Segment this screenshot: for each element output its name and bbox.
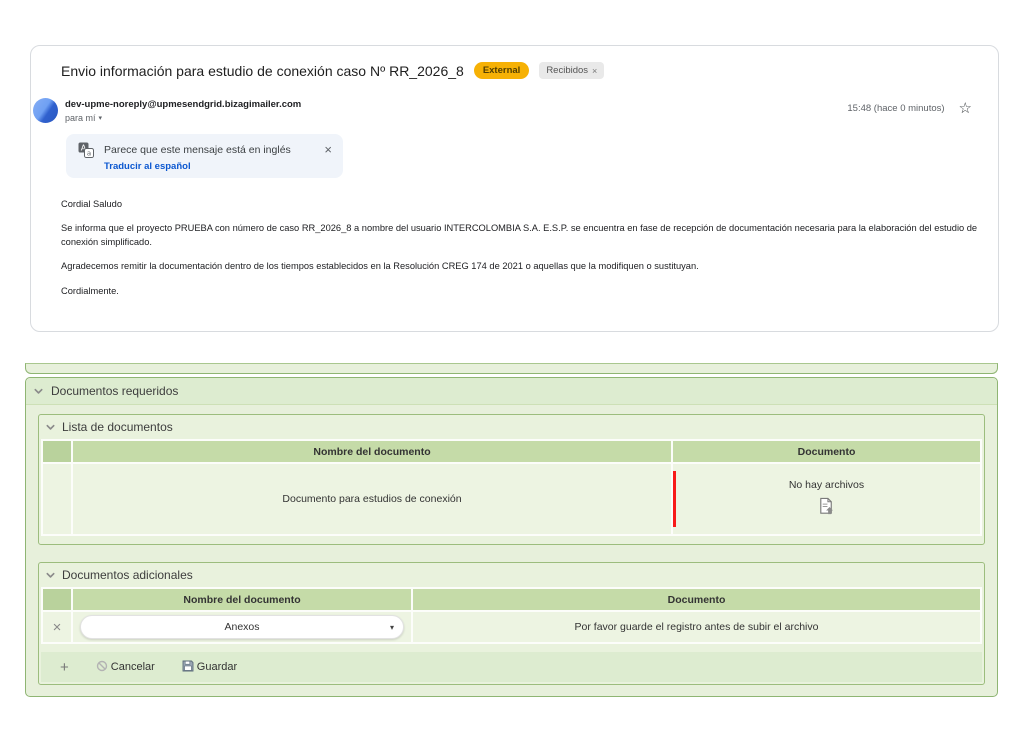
translate-banner: A a Parece que este mensaje está en ingl… <box>66 134 343 178</box>
recipient-label: para mí <box>65 113 96 123</box>
required-documents-table: Nombre del documento Documento Documento… <box>41 439 982 536</box>
svg-text:a: a <box>87 150 91 158</box>
delete-row-icon[interactable]: × <box>53 619 62 636</box>
translate-message: Parece que este mensaje está en inglés <box>104 144 291 156</box>
required-indicator <box>673 471 676 527</box>
sender-block: dev-upme-noreply@upmesendgrid.bizagimail… <box>65 99 301 123</box>
column-header-nombre: Nombre del documento <box>73 589 411 610</box>
document-name-cell: Anexos ▾ <box>73 612 411 642</box>
selector-column-header <box>43 589 71 610</box>
email-paragraph: Se informa que el proyecto PRUEBA con nú… <box>61 222 989 249</box>
selected-option: Anexos <box>224 621 259 633</box>
cancel-icon <box>96 660 108 675</box>
email-paragraph: Agradecemos remitir la documentación den… <box>61 260 989 273</box>
table-header-row: Nombre del documento Documento <box>43 441 980 462</box>
external-badge: External <box>474 62 530 79</box>
chevron-down-icon <box>45 570 56 581</box>
add-row-button[interactable]: + <box>60 660 69 675</box>
collapsed-panel-bottom-edge <box>25 363 998 374</box>
table-row: × Anexos ▾ Por favor guarde el registro … <box>43 612 980 642</box>
document-upload-cell: No hay archivos <box>673 464 980 534</box>
column-header-nombre: Nombre del documento <box>73 441 671 462</box>
group-body: Lista de documentos Nombre del documento… <box>26 405 997 685</box>
document-message-cell: Por favor guarde el registro antes de su… <box>413 612 980 642</box>
email-subject: Envio información para estudio de conexi… <box>61 63 464 79</box>
additional-documents-table: Nombre del documento Documento × Anexos … <box>41 587 982 644</box>
upload-file-icon[interactable] <box>817 497 836 516</box>
document-type-select[interactable]: Anexos ▾ <box>80 615 404 639</box>
timestamp: 15:48 (hace 0 minutos) <box>847 103 944 114</box>
label-chip-text: Recibidos <box>546 65 588 76</box>
subgroup-title: Lista de documentos <box>62 420 173 434</box>
cancel-label: Cancelar <box>111 661 155 673</box>
sender-avatar[interactable] <box>33 98 58 123</box>
select-caret-icon: ▾ <box>390 623 394 632</box>
table-header-row: Nombre del documento Documento <box>43 589 980 610</box>
lista-de-documentos-panel: Lista de documentos Nombre del documento… <box>38 414 985 545</box>
message-meta: 15:48 (hace 0 minutos) ☆ <box>847 101 972 116</box>
group-header-lista-de-documentos[interactable]: Lista de documentos <box>39 415 984 439</box>
group-title: Documentos requeridos <box>51 384 178 398</box>
remove-label-icon[interactable]: × <box>592 66 597 76</box>
chevron-down-icon: ▾ <box>99 114 103 122</box>
label-chip-recibidos[interactable]: Recibidos × <box>539 62 604 79</box>
selector-column-header <box>43 441 71 462</box>
save-icon <box>182 660 194 675</box>
row-selector-cell <box>43 464 71 534</box>
star-icon[interactable]: ☆ <box>959 101 972 116</box>
subject-row: Envio información para estudio de conexi… <box>61 62 978 79</box>
documentos-adicionales-panel: Documentos adicionales Nombre del docume… <box>38 562 985 685</box>
email-body: Cordial Saludo Se informa que el proyect… <box>61 198 989 309</box>
sender-email: dev-upme-noreply@upmesendgrid.bizagimail… <box>65 99 301 110</box>
email-paragraph: Cordial Saludo <box>61 198 989 211</box>
column-header-documento: Documento <box>673 441 980 462</box>
translate-row: A a Parece que este mensaje está en ingl… <box>66 134 343 158</box>
save-label: Guardar <box>197 661 237 673</box>
recipient-details-toggle[interactable]: para mí ▾ <box>65 113 301 123</box>
subgroup-title: Documentos adicionales <box>62 568 193 582</box>
documentos-requeridos-panel: Documentos requeridos Lista de documento… <box>25 377 998 697</box>
translate-icon: A a <box>78 142 94 158</box>
table-actions-bar: + Cancelar <box>41 652 982 682</box>
email-message-card: Envio información para estudio de conexi… <box>30 45 999 332</box>
chevron-down-icon <box>33 386 44 397</box>
save-button[interactable]: Guardar <box>182 660 237 675</box>
group-header-documentos-adicionales[interactable]: Documentos adicionales <box>39 563 984 587</box>
chevron-down-icon <box>45 422 56 433</box>
group-header-documentos-requeridos[interactable]: Documentos requeridos <box>26 378 997 405</box>
column-header-documento: Documento <box>413 589 980 610</box>
no-files-text: No hay archivos <box>677 479 976 491</box>
close-translate-icon[interactable]: × <box>324 142 332 157</box>
translate-link[interactable]: Traducir al español <box>104 161 191 172</box>
document-name-cell: Documento para estudios de conexión <box>73 464 671 534</box>
table-row: Documento para estudios de conexión No h… <box>43 464 980 534</box>
cancel-button[interactable]: Cancelar <box>96 660 155 675</box>
row-delete-cell: × <box>43 612 71 642</box>
email-paragraph: Cordialmente. <box>61 285 989 298</box>
